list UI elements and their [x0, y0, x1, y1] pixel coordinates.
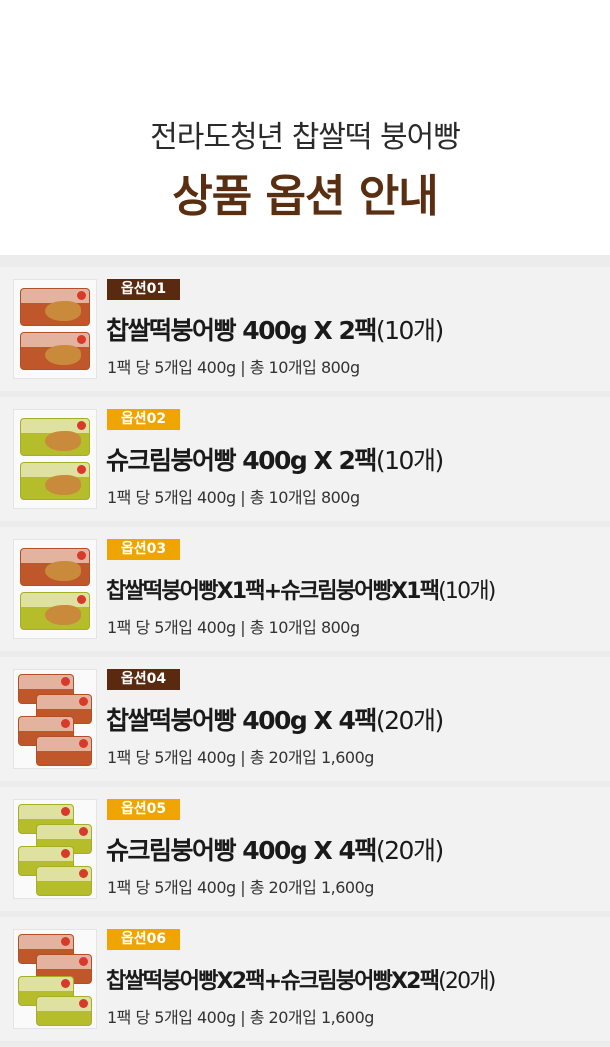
option-desc: 1팩 당 5개입 400g | 총 20개입 1,600g	[107, 1008, 374, 1027]
green-pack-icon	[20, 592, 90, 630]
option-name: 슈크림붕어빵 400g X 2팩(10개)	[106, 446, 444, 475]
red-pack-icon	[20, 332, 90, 370]
green-pack-icon	[36, 996, 92, 1026]
option-card-05: 옵션05 슈크림붕어빵 400g X 4팩(20개) 1팩 당 5개입 400g…	[0, 787, 610, 911]
option-badge: 옵션05	[107, 799, 180, 820]
product-image	[13, 929, 97, 1029]
green-pack-icon	[36, 866, 92, 896]
product-image	[13, 409, 97, 509]
option-name: 찹쌀떡붕어빵 400g X 2팩(10개)	[106, 316, 444, 345]
option-desc: 1팩 당 5개입 400g | 총 10개입 800g	[107, 488, 360, 507]
option-name: 슈크림붕어빵 400g X 4팩(20개)	[106, 836, 444, 865]
option-badge: 옵션06	[107, 929, 180, 950]
green-pack-icon	[20, 418, 90, 456]
option-badge: 옵션02	[107, 409, 180, 430]
red-pack-icon	[20, 288, 90, 326]
option-name: 찹쌀떡붕어빵X1팩+슈크림붕어빵X1팩(10개)	[106, 579, 496, 604]
product-image	[13, 279, 97, 379]
option-desc: 1팩 당 5개입 400g | 총 10개입 800g	[107, 358, 360, 377]
red-pack-icon	[20, 548, 90, 586]
option-badge: 옵션01	[107, 279, 180, 300]
option-desc: 1팩 당 5개입 400g | 총 20개입 1,600g	[107, 878, 374, 897]
green-pack-icon	[20, 462, 90, 500]
option-badge: 옵션03	[107, 539, 180, 560]
option-card-01: 옵션01 찹쌀떡붕어빵 400g X 2팩(10개) 1팩 당 5개입 400g…	[0, 267, 610, 391]
product-image	[13, 799, 97, 899]
page-title: 상품 옵션 안내	[172, 171, 439, 222]
page-header: 전라도청년 찹쌀떡 붕어빵 상품 옵션 안내	[0, 0, 610, 255]
option-card-06: 옵션06 찹쌀떡붕어빵X2팩+슈크림붕어빵X2팩(20개) 1팩 당 5개입 4…	[0, 917, 610, 1041]
option-badge: 옵션04	[107, 669, 180, 690]
product-image	[13, 669, 97, 769]
option-card-04: 옵션04 찹쌀떡붕어빵 400g X 4팩(20개) 1팩 당 5개입 400g…	[0, 657, 610, 781]
option-list: 옵션01 찹쌀떡붕어빵 400g X 2팩(10개) 1팩 당 5개입 400g…	[0, 255, 610, 1047]
option-desc: 1팩 당 5개입 400g | 총 10개입 800g	[107, 618, 360, 637]
option-name: 찹쌀떡붕어빵 400g X 4팩(20개)	[106, 706, 444, 735]
option-card-02: 옵션02 슈크림붕어빵 400g X 2팩(10개) 1팩 당 5개입 400g…	[0, 397, 610, 521]
option-desc: 1팩 당 5개입 400g | 총 20개입 1,600g	[107, 748, 374, 767]
page-subtitle: 전라도청년 찹쌀떡 붕어빵	[150, 120, 461, 155]
option-card-03: 옵션03 찹쌀떡붕어빵X1팩+슈크림붕어빵X1팩(10개) 1팩 당 5개입 4…	[0, 527, 610, 651]
red-pack-icon	[36, 736, 92, 766]
option-name: 찹쌀떡붕어빵X2팩+슈크림붕어빵X2팩(20개)	[106, 969, 496, 994]
product-image	[13, 539, 97, 639]
